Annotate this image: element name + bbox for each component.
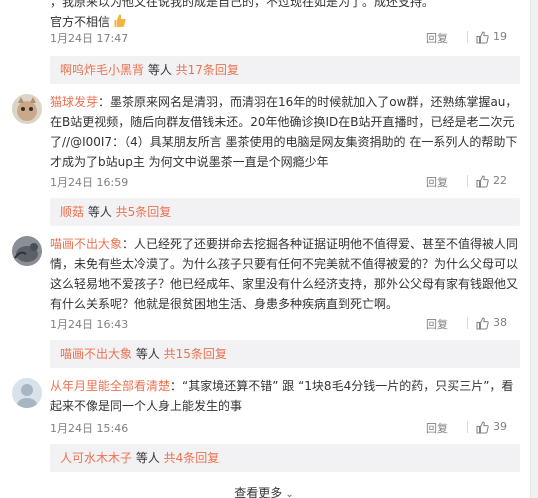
subreply-mid-text: 等人 bbox=[132, 347, 164, 361]
load-more-label: 查看更多 bbox=[234, 486, 283, 498]
comment-date: 1月24日 16:59 bbox=[50, 176, 129, 189]
subreply-user-link[interactable]: 顺菇 bbox=[60, 205, 84, 219]
comment-meta: 1月24日 17:47 回复 19 bbox=[50, 30, 520, 46]
avatar[interactable] bbox=[12, 236, 42, 266]
thumbs-up-icon bbox=[476, 31, 489, 44]
subreply-mid-text: 等人 bbox=[144, 63, 176, 77]
divider bbox=[467, 421, 468, 433]
divider bbox=[467, 31, 468, 43]
thumbs-up-emoji-icon bbox=[114, 14, 126, 28]
comment-meta: 1月24日 15:46 回复 39 bbox=[50, 420, 520, 436]
comment-date: 1月24日 16:43 bbox=[50, 318, 129, 331]
like-button[interactable]: 19 bbox=[476, 30, 520, 46]
comment-date: 1月24日 15:46 bbox=[50, 422, 129, 435]
comment-feed: ，我原来以为他又在说我的成是自己的，不过现在如是为了。成还支持。 官方不相信 1… bbox=[0, 0, 538, 498]
comment-body: ，我原来以为他又在说我的成是自己的，不过现在如是为了。成还支持。 官方不相信 bbox=[50, 0, 520, 32]
subreply-user-link[interactable]: 人可水木木子 bbox=[60, 451, 132, 465]
subreply-user-link[interactable]: 啊呜炸毛小黑背 bbox=[60, 63, 144, 77]
thumbs-up-icon bbox=[476, 421, 489, 434]
load-more-button[interactable]: 查看更多 ⌄ bbox=[0, 484, 528, 498]
reply-button[interactable]: 回复 bbox=[426, 30, 448, 46]
thumbs-up-icon bbox=[476, 175, 489, 188]
subreply-summary[interactable]: 顺菇 等人 共5条回复 bbox=[50, 198, 520, 226]
scrollbar[interactable] bbox=[530, 0, 538, 498]
thumbs-up-icon bbox=[476, 317, 489, 330]
divider bbox=[467, 317, 468, 329]
comment-date: 1月24日 17:47 bbox=[50, 32, 129, 45]
subreply-count-link[interactable]: 共4条回复 bbox=[164, 451, 220, 465]
divider bbox=[467, 175, 468, 187]
comment-meta: 1月24日 16:43 回复 38 bbox=[50, 316, 520, 332]
subreply-user-link[interactable]: 喵画不出大象 bbox=[60, 347, 132, 361]
comment-username[interactable]: 喵画不出大象 bbox=[50, 237, 122, 251]
subreply-count-link[interactable]: 共15条回复 bbox=[164, 347, 227, 361]
avatar[interactable] bbox=[12, 94, 42, 124]
subreply-count-link[interactable]: 共5条回复 bbox=[116, 205, 172, 219]
comment-body: 喵画不出大象：人已经死了还要拼命去挖掘各种证据证明他不值得爱、甚至不值得被人同情… bbox=[50, 234, 520, 314]
like-button[interactable]: 39 bbox=[476, 420, 520, 436]
like-count: 38 bbox=[493, 316, 507, 329]
subreply-summary[interactable]: 喵画不出大象 等人 共15条回复 bbox=[50, 340, 520, 368]
comment-text: ：墨茶原来网名是清羽，而清羽在16年的时候就加入了ow群，还熟练掌握au，在B站… bbox=[50, 95, 518, 169]
subreply-count-link[interactable]: 共17条回复 bbox=[176, 63, 239, 77]
reply-button[interactable]: 回复 bbox=[426, 420, 448, 436]
comment-username[interactable]: 猫球发芽 bbox=[50, 95, 98, 109]
like-button[interactable]: 38 bbox=[476, 316, 520, 332]
subreply-mid-text: 等人 bbox=[84, 205, 116, 219]
comment-body: 猫球发芽：墨茶原来网名是清羽，而清羽在16年的时候就加入了ow群，还熟练掌握au… bbox=[50, 92, 520, 172]
comment-text-line2: 官方不相信 bbox=[50, 15, 111, 29]
subreply-summary[interactable]: 啊呜炸毛小黑背 等人 共17条回复 bbox=[50, 56, 520, 84]
like-count: 22 bbox=[493, 174, 507, 187]
chevron-down-icon: ⌄ bbox=[285, 489, 294, 498]
reply-button[interactable]: 回复 bbox=[426, 316, 448, 332]
subreply-summary[interactable]: 人可水木木子 等人 共4条回复 bbox=[50, 444, 520, 472]
comment-text: ，我原来以为他又在说我的成是自己的，不过现在如是为了。成还支持。 bbox=[50, 0, 435, 9]
reply-button[interactable]: 回复 bbox=[426, 174, 448, 190]
like-button[interactable]: 22 bbox=[476, 174, 520, 190]
like-count: 39 bbox=[493, 420, 507, 433]
subreply-mid-text: 等人 bbox=[132, 451, 164, 465]
comment-body: 从年月里能全部看清楚：“其家境还算不错” 跟 “1块8毛4分钱一片的药，只买三片… bbox=[50, 376, 520, 416]
comment-meta: 1月24日 16:59 回复 22 bbox=[50, 174, 520, 190]
comment-username[interactable]: 从年月里能全部看清楚 bbox=[50, 379, 170, 393]
avatar[interactable] bbox=[12, 378, 42, 408]
like-count: 19 bbox=[493, 30, 507, 43]
